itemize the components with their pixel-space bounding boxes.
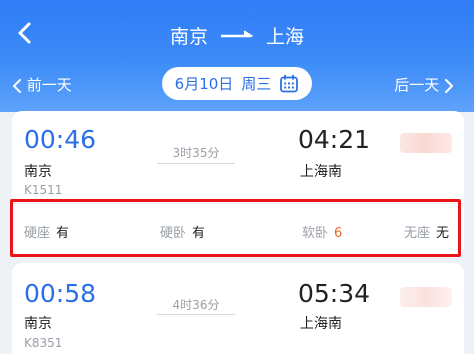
weekday-label: 周三 xyxy=(241,75,272,93)
route-title: 南京 上海 xyxy=(0,22,474,49)
duration: 3时35分 xyxy=(172,146,220,160)
arrive-time: 05:34 xyxy=(297,279,370,308)
to-city: 上海 xyxy=(266,26,305,48)
depart-time: 00:58 xyxy=(24,279,97,308)
duration: 4时36分 xyxy=(172,298,220,312)
train-card[interactable]: 00:58 4时36分 05:34 南京 上海南 K8351 xyxy=(12,263,464,354)
right-arrow-icon xyxy=(220,29,254,42)
duration-line xyxy=(157,163,235,164)
from-station: 南京 xyxy=(24,316,52,332)
to-station: 上海南 xyxy=(300,316,342,332)
price-redacted xyxy=(400,133,452,153)
chevron-left-icon xyxy=(12,78,22,93)
seat-highlight-box xyxy=(10,199,461,257)
train-number: K8351 xyxy=(24,336,63,350)
depart-time: 00:46 xyxy=(24,125,97,154)
price-redacted xyxy=(400,287,452,307)
next-day-label: 后一天 xyxy=(394,76,440,94)
to-station: 上海南 xyxy=(300,164,342,180)
chevron-right-icon xyxy=(444,78,454,93)
arrive-time: 04:21 xyxy=(297,125,370,154)
prev-day-button[interactable]: 前一天 xyxy=(12,74,72,95)
calendar-icon xyxy=(279,74,299,94)
train-number: K1511 xyxy=(24,183,63,197)
prev-day-label: 前一天 xyxy=(26,76,72,94)
duration-line xyxy=(157,314,235,315)
from-station: 南京 xyxy=(24,164,52,180)
next-day-button[interactable]: 后一天 xyxy=(394,74,454,95)
from-city: 南京 xyxy=(169,26,208,48)
date-label: 6月10日 xyxy=(174,75,234,93)
date-selector[interactable]: 6月10日 周三 xyxy=(162,67,312,100)
header-bar: 南京 上海 前一天 6月10日 周三 后一天 xyxy=(0,0,474,112)
